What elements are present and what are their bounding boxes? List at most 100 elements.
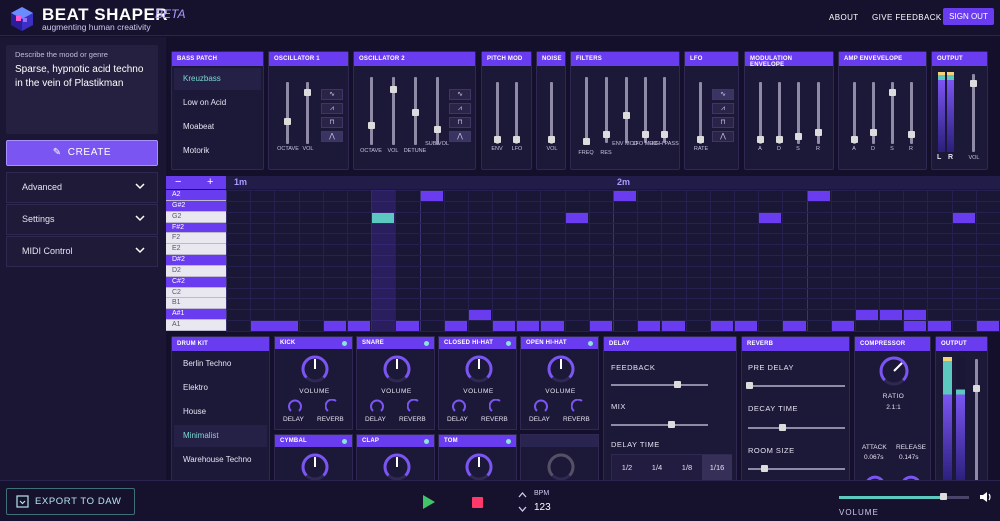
- sine-wave-icon[interactable]: ∿: [449, 89, 471, 100]
- saw-wave-icon[interactable]: ⩘: [449, 103, 471, 114]
- bpm-up-icon[interactable]: [518, 491, 527, 498]
- slider-handle[interactable]: [815, 129, 822, 136]
- square-wave-icon[interactable]: ⊓: [712, 117, 734, 128]
- noise-vol-slider[interactable]: [550, 82, 553, 144]
- midi-note[interactable]: [638, 321, 661, 331]
- slider-handle[interactable]: [761, 465, 768, 472]
- slider-handle[interactable]: [870, 129, 877, 136]
- saw-wave-icon[interactable]: ⩘: [712, 103, 734, 114]
- midi-note[interactable]: [347, 321, 371, 331]
- slider-handle[interactable]: [548, 136, 555, 143]
- reverb-knob[interactable]: [325, 399, 339, 413]
- slider-handle[interactable]: [434, 126, 441, 133]
- slider-handle[interactable]: [697, 136, 704, 143]
- ampenv-a-slider[interactable]: [853, 82, 856, 144]
- midi-note[interactable]: [710, 321, 733, 331]
- midi-note[interactable]: [493, 321, 516, 331]
- sine-wave-icon[interactable]: ∿: [321, 89, 343, 100]
- square-wave-icon[interactable]: ⊓: [449, 117, 471, 128]
- note-grid[interactable]: [226, 190, 1000, 332]
- volume-knob[interactable]: [546, 354, 576, 384]
- drum-kit-item[interactable]: House: [174, 401, 267, 423]
- delay-knob[interactable]: [288, 399, 302, 413]
- reverb-knob[interactable]: [571, 399, 585, 413]
- volume-knob[interactable]: [382, 354, 412, 384]
- slider-handle[interactable]: [603, 131, 610, 138]
- slider-handle[interactable]: [390, 86, 397, 93]
- about-link[interactable]: ABOUT: [829, 13, 859, 22]
- slider-handle[interactable]: [623, 112, 630, 119]
- slider-handle[interactable]: [513, 136, 520, 143]
- piano-key[interactable]: D#2: [166, 255, 226, 266]
- accordion-midi-control[interactable]: MIDI Control: [6, 236, 158, 267]
- bpm-down-icon[interactable]: [518, 506, 527, 513]
- sign-out-button[interactable]: SIGN OUT: [943, 8, 994, 25]
- midi-note[interactable]: [565, 212, 588, 223]
- volume-knob[interactable]: [300, 354, 330, 384]
- piano-key[interactable]: A1: [166, 320, 226, 331]
- pitch-lfo-slider[interactable]: [515, 82, 518, 144]
- piano-key[interactable]: E2: [166, 244, 226, 256]
- feedback-link[interactable]: GIVE FEEDBACK: [872, 13, 942, 22]
- piano-key[interactable]: F#2: [166, 222, 226, 234]
- piano-key[interactable]: A#1: [166, 309, 226, 321]
- pre-delay-slider[interactable]: [748, 385, 845, 387]
- zoom-out-button[interactable]: −: [175, 176, 181, 188]
- timeline-ruler[interactable]: 1m 2m: [226, 176, 1000, 189]
- delay-knob[interactable]: [370, 399, 384, 413]
- slider-handle[interactable]: [284, 118, 291, 125]
- prompt-value[interactable]: Sparse, hypnotic acid techno in the vein…: [15, 63, 149, 91]
- midi-note[interactable]: [976, 321, 999, 331]
- midi-note[interactable]: [928, 321, 951, 331]
- midi-note[interactable]: [952, 212, 975, 223]
- midi-note[interactable]: [517, 321, 540, 331]
- midi-note[interactable]: [662, 321, 685, 331]
- lfo-rate-slider[interactable]: [699, 82, 702, 144]
- delay-time-option[interactable]: 1/8: [672, 455, 702, 480]
- slider-handle[interactable]: [757, 136, 764, 143]
- speaker-icon[interactable]: [979, 490, 993, 504]
- slider-handle[interactable]: [494, 136, 501, 143]
- midi-note[interactable]: [541, 321, 564, 331]
- midi-note[interactable]: [855, 310, 879, 321]
- midi-note[interactable]: [396, 321, 419, 331]
- bass-patch-item[interactable]: Moabeat: [174, 116, 261, 138]
- piano-key[interactable]: B1: [166, 298, 226, 310]
- sine-wave-icon[interactable]: ∿: [712, 89, 734, 100]
- piano-key[interactable]: D2: [166, 265, 226, 277]
- drum-kit-item[interactable]: Warehouse Techno: [174, 449, 267, 471]
- filter-freq-slider[interactable]: [585, 77, 588, 143]
- midi-note[interactable]: [880, 310, 903, 321]
- feedback-slider[interactable]: [611, 384, 708, 386]
- triangle-wave-icon[interactable]: ⋀: [712, 131, 734, 142]
- piano-key[interactable]: A2: [166, 190, 226, 201]
- bass-patch-item[interactable]: Kreuzbass: [174, 68, 261, 90]
- drum-kit-item[interactable]: Berlin Techno: [174, 353, 267, 375]
- volume-knob[interactable]: [300, 452, 330, 482]
- slider-handle[interactable]: [304, 89, 311, 96]
- drum-kit-item[interactable]: Elektro: [174, 377, 267, 399]
- drum-output-vol-slider[interactable]: [975, 359, 978, 482]
- saw-wave-icon[interactable]: ⩘: [321, 103, 343, 114]
- piano-key[interactable]: G#2: [166, 200, 226, 212]
- midi-note[interactable]: [831, 321, 854, 331]
- delay-time-option-selected[interactable]: 1/16: [702, 455, 732, 480]
- triangle-wave-icon[interactable]: ⋀: [321, 131, 343, 142]
- pitch-env-slider[interactable]: [496, 82, 499, 144]
- slider-handle[interactable]: [970, 80, 977, 87]
- slider-handle[interactable]: [779, 424, 786, 431]
- midi-note[interactable]: [614, 191, 637, 201]
- midi-note[interactable]: [372, 212, 395, 223]
- delay-time-option[interactable]: 1/2: [612, 455, 642, 480]
- slider-handle[interactable]: [642, 131, 649, 138]
- bass-patch-item[interactable]: Motorik: [174, 140, 261, 162]
- reverb-knob[interactable]: [407, 399, 421, 413]
- osc2-octave-slider[interactable]: [370, 77, 373, 145]
- midi-note[interactable]: [589, 321, 612, 331]
- slider-handle[interactable]: [746, 382, 753, 389]
- volume-knob[interactable]: [382, 452, 412, 482]
- midi-note[interactable]: [734, 321, 758, 331]
- bass-patch-item[interactable]: Low on Acid: [174, 92, 261, 114]
- filter-env-mod-slider[interactable]: [625, 77, 628, 143]
- slider-handle[interactable]: [908, 131, 915, 138]
